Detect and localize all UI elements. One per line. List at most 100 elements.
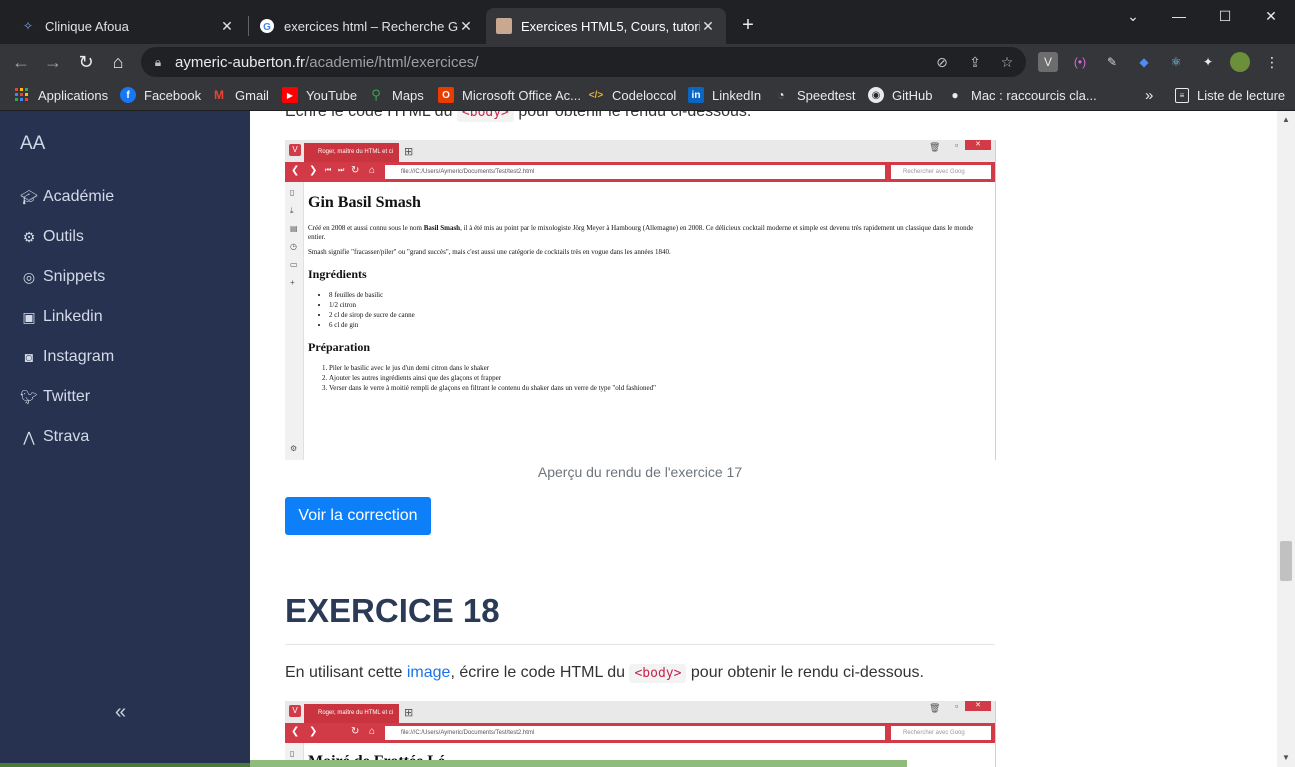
- close-tab-icon[interactable]: ✕: [219, 18, 235, 35]
- close-tab-icon[interactable]: ✕: [700, 18, 716, 35]
- exercise18-heading: EXERCICE 18: [285, 592, 500, 629]
- preview-add-icon: +: [290, 278, 295, 287]
- reload-button[interactable]: ↻: [72, 48, 100, 76]
- speedtest-gauge-icon: ◔: [777, 88, 785, 102]
- bookmark-office[interactable]: O Microsoft Office Ac...: [438, 85, 581, 105]
- sidebar-item-strava[interactable]: ⋀ Strava: [20, 428, 89, 446]
- url-host: aymeric-auberton.fr: [175, 53, 306, 71]
- extension-pen-icon[interactable]: ✎: [1102, 52, 1122, 72]
- menu-kebab-icon[interactable]: ⋮: [1262, 52, 1282, 72]
- preview-addressbar: ❮ ❯ ↻ ⌂ file:///C:/Users/Aymeric/Documen…: [285, 723, 995, 743]
- main-content: Écrire le code HTML du <body> pour obten…: [250, 111, 1277, 767]
- extension-tag-icon[interactable]: ◆: [1134, 52, 1154, 72]
- window-close-button[interactable]: ✕: [1257, 6, 1285, 26]
- github-icon: ◉: [868, 87, 884, 103]
- bookmark-label: Mac : raccourcis cla...: [971, 87, 1097, 103]
- new-tab-button[interactable]: +: [737, 14, 759, 36]
- sidebar-item-twitter[interactable]: 🐦︎ Twitter: [20, 388, 90, 406]
- preview-back-icon: ❮: [291, 165, 300, 176]
- tab-google-search[interactable]: G exercices html – Recherche Goog ✕: [249, 8, 484, 44]
- forward-button[interactable]: →: [39, 48, 67, 76]
- show-correction-button[interactable]: Voir la correction: [285, 497, 431, 535]
- maps-pin-icon: ⚲: [371, 87, 381, 102]
- preview-ingredients-list: 8 feuilles de basilic 1/2 citron 2 cl de…: [308, 290, 985, 330]
- office-icon: O: [438, 87, 454, 103]
- sidebar-item-label: Académie: [43, 188, 115, 205]
- instructions-text: pour obtenir le rendu ci-dessous.: [690, 664, 924, 681]
- tab-favicon-icon: ✧: [22, 19, 34, 33]
- preview-maximize-icon: ▫: [955, 140, 959, 150]
- linkedin-icon: ▣: [22, 308, 36, 325]
- address-bar[interactable]: 🔒︎ aymeric-auberton.fr/academie/html/exe…: [141, 47, 1026, 77]
- sidebar-item-academie[interactable]: 🎓︎ Académie: [20, 188, 114, 206]
- bookmark-youtube[interactable]: ▶ YouTube: [282, 85, 357, 105]
- bookmark-codeloccol[interactable]: </> Codeloccol: [588, 85, 677, 105]
- list-item: 8 feuilles de basilic: [329, 290, 985, 300]
- bottom-edge-strip: [0, 763, 250, 767]
- sidebar-item-label: Strava: [43, 428, 90, 445]
- extensions-puzzle-icon[interactable]: ✦: [1198, 52, 1218, 72]
- preview-tabbar: V Roger, maître du HTML et ci ⊞ 🗑︎ ▫ ✕: [285, 140, 995, 162]
- bookmark-maps[interactable]: ⚲ Maps: [368, 85, 424, 105]
- maximize-button[interactable]: ☐: [1211, 6, 1239, 26]
- twitter-icon: 🐦︎: [20, 388, 38, 405]
- vivaldi-logo-icon: V: [289, 705, 301, 717]
- sidebar-item-label: Instagram: [43, 348, 115, 365]
- extension-broadcast-icon[interactable]: (•): [1070, 52, 1090, 72]
- bookmark-label: Microsoft Office Ac...: [462, 87, 581, 103]
- sidebar-item-outils[interactable]: ⚙ Outils: [20, 228, 84, 246]
- preview-ingredients-heading: Ingrédients: [308, 267, 367, 281]
- home-button[interactable]: ⌂: [104, 48, 132, 76]
- extension-v-icon[interactable]: V: [1038, 52, 1058, 72]
- more-bookmarks-button[interactable]: »: [1145, 85, 1153, 105]
- sidebar-item-label: Linkedin: [43, 308, 103, 325]
- tab-title: Clinique Afoua: [45, 18, 129, 34]
- extension-react-icon[interactable]: ⚛: [1166, 52, 1186, 72]
- scrollbar-thumb[interactable]: [1280, 541, 1292, 581]
- share-icon[interactable]: ⇪: [965, 52, 985, 72]
- instructions-text: , écrire le code HTML du: [450, 664, 626, 681]
- bookmark-facebook[interactable]: f Facebook: [120, 85, 201, 105]
- scroll-up-arrow-icon[interactable]: ▲: [1281, 115, 1291, 124]
- bookmark-github[interactable]: ◉ GitHub: [868, 85, 932, 105]
- page-scrollbar[interactable]: ▲ ▼: [1277, 111, 1295, 767]
- brand-logo[interactable]: AA: [20, 133, 45, 155]
- bookmark-linkedin[interactable]: in LinkedIn: [688, 85, 761, 105]
- bookmark-applications[interactable]: Applications: [14, 85, 108, 105]
- bookmark-mac-raccourcis[interactable]: ● Mac : raccourcis cla...: [947, 85, 1097, 105]
- reading-list-button[interactable]: ≡ Liste de lecture: [1175, 85, 1285, 105]
- close-tab-icon[interactable]: ✕: [458, 18, 474, 35]
- tab-clinique[interactable]: ✧ Clinique Afoua ✕: [10, 8, 245, 44]
- profile-avatar[interactable]: [1230, 52, 1250, 72]
- inline-code-body: <body>: [456, 111, 514, 122]
- eye-off-icon[interactable]: ⊘: [932, 52, 952, 72]
- preview-home-icon: ⌂: [369, 726, 376, 737]
- vivaldi-logo-icon: V: [289, 144, 301, 156]
- list-item: 1/2 citron: [329, 300, 985, 310]
- url-path: /academie/html/exercices/: [305, 53, 479, 71]
- instructions-text: Écrire le code HTML du: [285, 111, 453, 120]
- preview-history-icon: ◷: [290, 242, 297, 251]
- preview-side-panel: ▯ ⤓ ▤ ◷ ▭ + ⚙: [285, 182, 304, 460]
- back-button[interactable]: ←: [7, 48, 35, 76]
- sidebar-item-linkedin[interactable]: ▣ Linkedin: [20, 308, 103, 326]
- sidebar-item-instagram[interactable]: ◙ Instagram: [20, 348, 114, 366]
- list-item: 6 cl de gin: [329, 320, 985, 330]
- bookmark-speedtest[interactable]: ◔ Speedtest: [773, 85, 855, 105]
- image-link[interactable]: image: [407, 664, 451, 681]
- scroll-down-arrow-icon[interactable]: ▼: [1281, 753, 1291, 762]
- bookmark-label: Facebook: [144, 87, 202, 103]
- tab-exercices-html5[interactable]: Exercices HTML5, Cours, tutoriel ✕: [486, 8, 726, 44]
- exercise17-preview-image: V Roger, maître du HTML et ci ⊞ 🗑︎ ▫ ✕ ❮…: [285, 140, 996, 460]
- lock-icon[interactable]: 🔒︎: [151, 55, 165, 70]
- preview-steps-list: Piler le basilic avec le jus d'un demi c…: [308, 363, 985, 393]
- reading-list-label: Liste de lecture: [1197, 87, 1286, 103]
- minimize-button[interactable]: —: [1165, 6, 1193, 26]
- sidebar-item-snippets[interactable]: ◎ Snippets: [20, 268, 105, 286]
- bookmark-star-icon[interactable]: ☆: [997, 52, 1017, 72]
- collapse-sidebar-button[interactable]: «: [115, 701, 126, 724]
- preview-reload-icon: ↻: [351, 165, 360, 176]
- tab-search-chevron-icon[interactable]: ⌄: [1119, 6, 1147, 26]
- bookmark-gmail[interactable]: M Gmail: [211, 85, 269, 105]
- google-icon: G: [259, 18, 275, 34]
